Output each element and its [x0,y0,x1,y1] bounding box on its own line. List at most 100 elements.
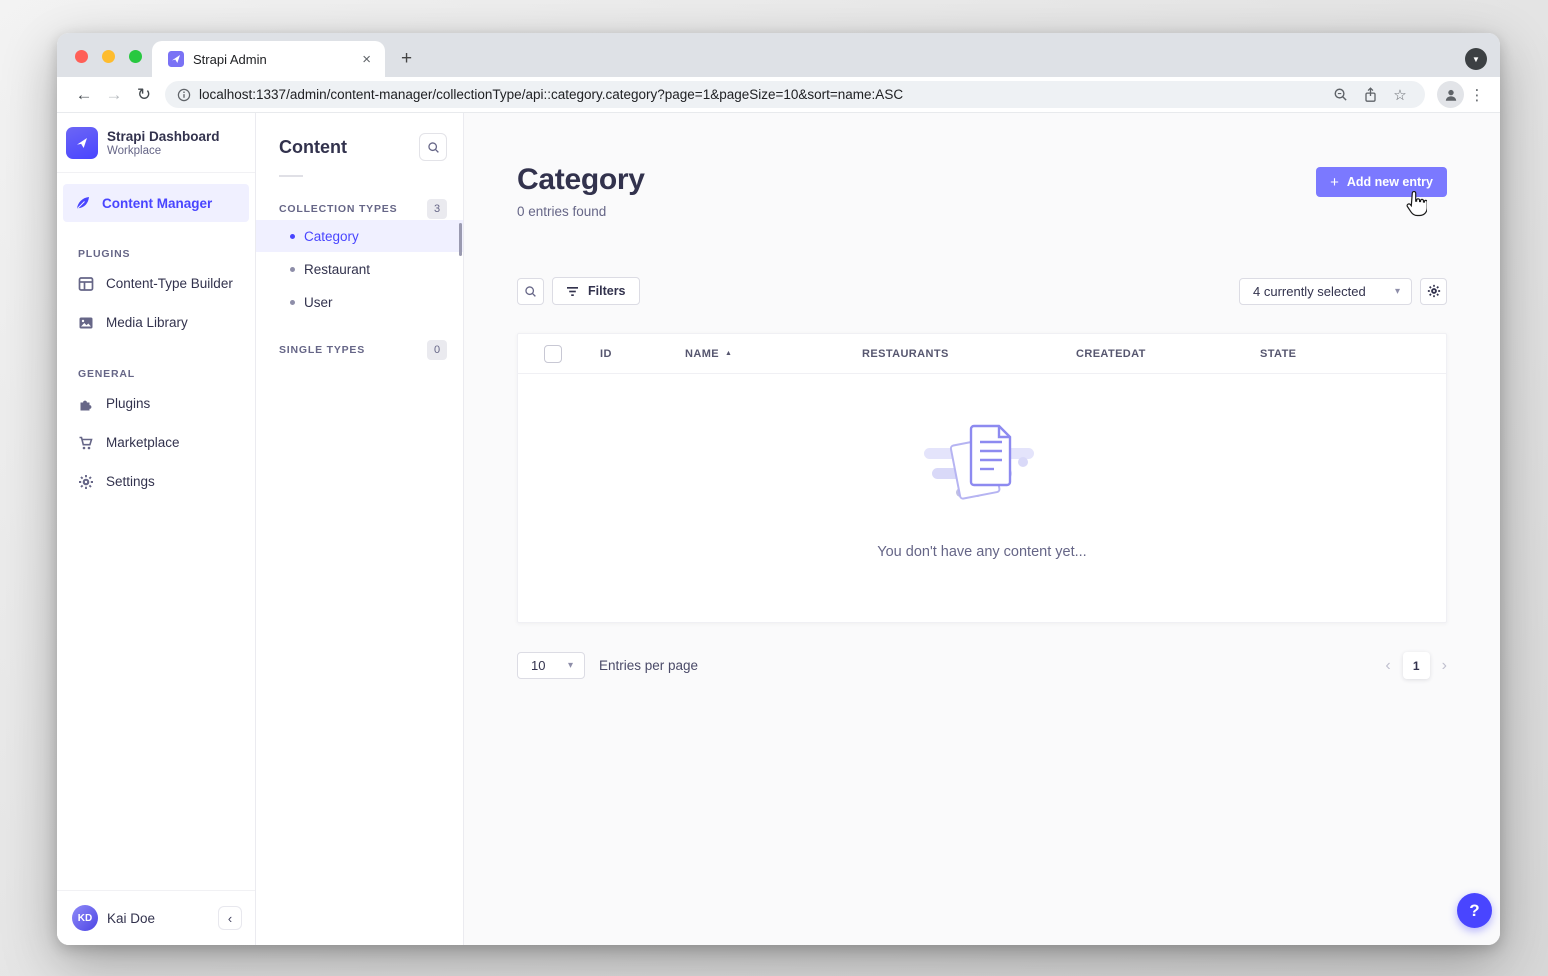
empty-state: You don't have any content yet... [518,374,1446,560]
sidebar-item-label: Settings [106,474,155,489]
strapi-logo [66,127,98,159]
main-content: Category 0 entries found + Add new entry [464,113,1500,945]
sidebar: Strapi Dashboard Workplace Content Manag… [57,113,256,945]
single-types-count-badge: 0 [427,340,447,360]
add-new-entry-label: Add new entry [1347,175,1433,189]
subnav-item-category[interactable]: Category [256,220,463,252]
collection-types-label: COLLECTION TYPES [279,203,397,215]
zoom-page-icon[interactable] [1327,87,1353,102]
cart-icon [78,435,94,451]
sidebar-item-label: Plugins [106,396,150,411]
help-button[interactable]: ? [1457,893,1492,928]
page-number-button[interactable]: 1 [1403,652,1430,679]
minimize-window-button[interactable] [102,50,115,63]
table-header-row: ID NAME ▲ RESTAURANTS CREATEDAT STATE [518,334,1446,374]
subnav-title: Content [279,137,347,158]
forward-button[interactable]: → [99,85,129,105]
bullet-icon [290,267,295,272]
select-all-checkbox[interactable] [544,345,562,363]
gear-icon [1427,284,1441,298]
column-header-name[interactable]: NAME ▲ [685,348,862,360]
bullet-icon [290,300,295,305]
page-size-dropdown[interactable]: 10 ▾ [517,652,585,679]
content-subnav: Content COLLECTION TYPES 3 Category Rest… [256,113,464,945]
brand-block[interactable]: Strapi Dashboard Workplace [57,113,255,173]
filters-button[interactable]: Filters [552,277,640,305]
table-settings-button[interactable] [1420,278,1447,305]
column-header-id[interactable]: ID [600,348,685,360]
back-button[interactable]: ← [69,85,99,105]
browser-tab[interactable]: Strapi Admin × [152,41,385,77]
chevron-down-icon: ▾ [568,660,573,671]
browser-profile-avatar[interactable] [1437,81,1464,108]
page-size-value: 10 [531,658,545,673]
subnav-item-restaurant[interactable]: Restaurant [256,253,463,285]
sidebar-item-settings[interactable]: Settings [57,462,255,501]
sidebar-item-label: Media Library [106,315,188,330]
page-title: Category [517,163,645,197]
entries-found-text: 0 entries found [517,204,645,219]
browser-window: Strapi Admin × + ▼ ← → ↻ localhost:1337/… [57,33,1500,945]
sidebar-item-plugins[interactable]: Plugins [57,384,255,423]
filter-icon [566,286,579,297]
empty-documents-illustration [922,418,1042,518]
strapi-favicon [168,51,184,67]
user-name: Kai Doe [107,911,209,926]
quill-icon [75,195,91,211]
record-indicator-icon[interactable]: ▼ [1465,48,1487,70]
sidebar-item-content-type-builder[interactable]: Content-Type Builder [57,264,255,303]
gear-icon [78,474,94,490]
filters-label: Filters [588,284,626,298]
subnav-item-label: Category [304,229,359,244]
strapi-app: Strapi Dashboard Workplace Content Manag… [57,113,1500,945]
chevron-down-icon: ▾ [1395,286,1400,297]
share-icon[interactable] [1357,87,1383,103]
fields-selected-dropdown[interactable]: 4 currently selected ▾ [1239,278,1412,305]
url-text: localhost:1337/admin/content-manager/col… [199,87,903,102]
reload-button[interactable]: ↻ [129,85,159,105]
divider [279,175,303,177]
search-icon [427,141,440,154]
previous-page-icon[interactable]: ‹ [1385,657,1390,675]
sidebar-section-plugins: PLUGINS [57,222,255,264]
info-icon[interactable] [177,88,191,102]
subnav-search-button[interactable] [419,133,447,161]
column-header-restaurants[interactable]: RESTAURANTS [862,348,1076,360]
sidebar-item-marketplace[interactable]: Marketplace [57,423,255,462]
selected-value: 4 currently selected [1253,284,1366,299]
add-new-entry-button[interactable]: + Add new entry [1316,167,1447,197]
empty-state-text: You don't have any content yet... [877,544,1086,560]
image-icon [78,315,94,331]
sidebar-item-media-library[interactable]: Media Library [57,303,255,342]
search-icon [524,285,537,298]
close-window-button[interactable] [75,50,88,63]
entries-table: ID NAME ▲ RESTAURANTS CREATEDAT STATE [517,333,1447,623]
collapse-sidebar-button[interactable]: ‹ [218,906,242,930]
brand-subtitle: Workplace [107,145,220,157]
bookmark-star-icon[interactable]: ☆ [1387,86,1413,104]
new-tab-button[interactable]: + [401,48,412,70]
tab-strip: Strapi Admin × + ▼ [57,33,1500,77]
table-search-button[interactable] [517,278,544,305]
sidebar-section-general: GENERAL [57,342,255,384]
collection-types-count-badge: 3 [427,199,447,219]
subnav-item-label: Restaurant [304,262,370,277]
sidebar-item-content-manager[interactable]: Content Manager [63,184,249,222]
browser-toolbar: ← → ↻ localhost:1337/admin/content-manag… [57,77,1500,113]
single-types-label: SINGLE TYPES [279,344,365,356]
avatar[interactable]: KD [72,905,98,931]
browser-menu-icon[interactable]: ⋮ [1466,86,1488,104]
close-tab-icon[interactable]: × [358,51,375,68]
subnav-scrollbar[interactable] [459,223,462,256]
column-header-createdat[interactable]: CREATEDAT [1076,348,1260,360]
subnav-item-user[interactable]: User [256,286,463,318]
column-header-state[interactable]: STATE [1260,348,1446,360]
tab-title: Strapi Admin [193,52,349,67]
zoom-window-button[interactable] [129,50,142,63]
sort-ascending-icon: ▲ [725,350,732,357]
address-bar[interactable]: localhost:1337/admin/content-manager/col… [165,81,1425,108]
next-page-icon[interactable]: › [1442,657,1447,675]
traffic-lights [75,50,142,63]
entries-per-page-label: Entries per page [599,658,698,673]
puzzle-icon [78,396,94,412]
